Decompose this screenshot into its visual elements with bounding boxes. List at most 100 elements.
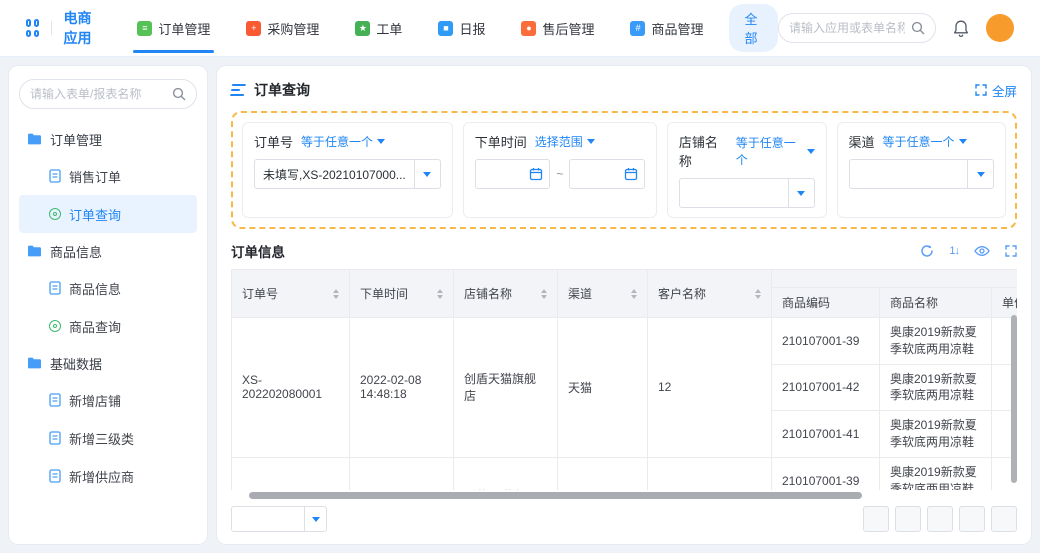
sidebar-item-new-shop[interactable]: 新增店铺 — [19, 381, 197, 419]
form-doc-icon — [49, 169, 61, 183]
query-target-icon — [49, 208, 61, 220]
app-tabs: ≡ 订单管理 + 采购管理 ★ 工单 ■ 日报 ● 售后管理 # 商品管理 — [137, 0, 703, 56]
cell-order-no: XS-202202080001 — [232, 318, 350, 458]
horizontal-scrollbar[interactable] — [249, 492, 862, 499]
sort-arrows-icon[interactable] — [755, 289, 761, 299]
top-nav: 电商应用 ≡ 订单管理 + 采购管理 ★ 工单 ■ 日报 ● 售后管理 # 商品… — [0, 0, 1040, 57]
calendar-icon[interactable] — [624, 167, 638, 181]
avatar[interactable] — [986, 14, 1014, 42]
date-range-separator: ~ — [556, 167, 563, 181]
page-button[interactable] — [991, 506, 1017, 532]
cell-product-code: 210107001-41 — [772, 411, 880, 458]
col-header-order-time[interactable]: 下单时间 — [350, 270, 454, 318]
filter-operator-dropdown[interactable]: 等于任意一个 — [883, 133, 967, 150]
item-label: 新增店铺 — [69, 391, 121, 410]
col-header-shop[interactable]: 店铺名称 — [454, 270, 558, 318]
col-header-channel[interactable]: 渠道 — [558, 270, 648, 318]
search-icon[interactable] — [911, 21, 925, 35]
page-button[interactable] — [863, 506, 889, 532]
sidebar-search — [19, 79, 197, 109]
bell-icon[interactable] — [952, 19, 970, 38]
form-doc-icon — [49, 431, 61, 445]
sidebar-item-product-info[interactable]: 商品信息 — [19, 269, 197, 307]
sidebar-group-product-info[interactable]: 商品信息 — [19, 233, 197, 269]
tab-order-management[interactable]: ≡ 订单管理 — [137, 0, 210, 56]
sidebar-group-order-management[interactable]: 订单管理 — [19, 121, 197, 157]
chevron-down-icon — [959, 139, 967, 144]
search-icon[interactable] — [172, 87, 186, 101]
sidebar-item-order-query[interactable]: 订单查询 — [19, 195, 197, 233]
sidebar-item-product-query[interactable]: 商品查询 — [19, 307, 197, 345]
cell-channel: 天猫 — [558, 318, 648, 458]
order-no-select[interactable]: 未填写,XS-20210107000... — [254, 159, 441, 189]
sidebar-item-new-category[interactable]: 新增三级类 — [19, 419, 197, 457]
folder-icon — [27, 245, 42, 257]
sidebar-item-sales-order[interactable]: 销售订单 — [19, 157, 197, 195]
expand-icon[interactable] — [1005, 245, 1017, 257]
sidebar-item-new-supplier[interactable]: 新增供应商 — [19, 457, 197, 495]
filter-operator-dropdown[interactable]: 等于任意一个 — [736, 134, 815, 168]
vertical-scrollbar[interactable] — [1011, 315, 1017, 483]
shop-select[interactable] — [679, 178, 815, 208]
tab-label: 采购管理 — [267, 19, 319, 38]
order-app-icon: ≡ — [137, 21, 152, 36]
tab-after-sales[interactable]: ● 售后管理 — [521, 0, 594, 56]
table-row[interactable]: XS-202202030001 2022-02-03 22:52:57 爱莎天猫… — [232, 457, 1018, 490]
tab-work-order[interactable]: ★ 工单 — [355, 0, 402, 56]
order-table-wrap: 订单号 下单时间 店铺名称 渠道 客户名称 — [231, 269, 1017, 490]
table-row[interactable]: XS-202202080001 2022-02-08 14:48:18 创盾天猫… — [232, 318, 1018, 365]
tab-daily-report[interactable]: ■ 日报 — [438, 0, 485, 56]
filter-operator-dropdown[interactable]: 等于任意一个 — [301, 133, 385, 150]
tab-purchase-management[interactable]: + 采购管理 — [246, 0, 319, 56]
page-button[interactable] — [895, 506, 921, 532]
select-arrow[interactable] — [788, 179, 814, 207]
all-apps-button[interactable]: 全部 — [729, 4, 778, 52]
col-header-product-name[interactable]: 商品名称 — [880, 288, 992, 318]
global-search — [778, 13, 936, 43]
page-button[interactable] — [927, 506, 953, 532]
col-header-order-no[interactable]: 订单号 — [232, 270, 350, 318]
cell-customer: 12 — [648, 318, 772, 458]
channel-select[interactable] — [849, 159, 994, 189]
apps-grid-icon[interactable] — [26, 19, 39, 37]
col-group-products — [772, 270, 1018, 288]
select-arrow[interactable] — [967, 160, 993, 188]
page-size-select[interactable] — [231, 506, 327, 532]
visibility-icon[interactable] — [974, 245, 990, 257]
col-header-price[interactable]: 单价 — [992, 288, 1018, 318]
page-button[interactable] — [959, 506, 985, 532]
col-header-product-code[interactable]: 商品编码 — [772, 288, 880, 318]
chevron-down-icon — [423, 172, 431, 177]
filter-operator-dropdown[interactable]: 选择范围 — [535, 133, 595, 150]
tab-product-management[interactable]: # 商品管理 — [630, 0, 703, 56]
report-icon: ■ — [438, 21, 453, 36]
product-app-icon: # — [630, 21, 645, 36]
cell-order-time: 2022-02-08 14:48:18 — [350, 318, 454, 458]
fullscreen-button[interactable]: 全屏 — [975, 81, 1017, 100]
page-body: 订单管理 销售订单 订单查询 商品信息 商品信息 商品查询 — [0, 57, 1040, 553]
col-header-customer[interactable]: 客户名称 — [648, 270, 772, 318]
refresh-icon[interactable] — [920, 244, 934, 258]
sort-icon[interactable]: 1↓ — [949, 246, 959, 257]
workspace-title[interactable]: 电商应用 — [64, 8, 104, 48]
folder-icon — [27, 133, 42, 145]
sort-arrows-icon[interactable] — [631, 289, 637, 299]
filter-label: 渠道 — [849, 132, 875, 151]
sidebar-group-base-data[interactable]: 基础数据 — [19, 345, 197, 381]
sidebar-search-input[interactable] — [30, 87, 166, 101]
chevron-down-icon — [304, 507, 326, 531]
sort-arrows-icon[interactable] — [333, 289, 339, 299]
global-search-input[interactable] — [789, 21, 905, 35]
calendar-icon[interactable] — [529, 167, 543, 181]
bell-app-icon: ● — [521, 21, 536, 36]
sort-arrows-icon[interactable] — [541, 289, 547, 299]
tab-label: 商品管理 — [651, 19, 703, 38]
item-label: 商品查询 — [69, 317, 121, 336]
order-no-select-value: 未填写,XS-20210107000... — [255, 166, 414, 183]
star-icon: ★ — [355, 21, 370, 36]
pagination-bar — [231, 506, 1017, 532]
sort-arrows-icon[interactable] — [437, 289, 443, 299]
cell-channel: 天猫 — [558, 457, 648, 490]
select-arrow[interactable] — [414, 160, 440, 188]
item-label: 销售订单 — [69, 167, 121, 186]
